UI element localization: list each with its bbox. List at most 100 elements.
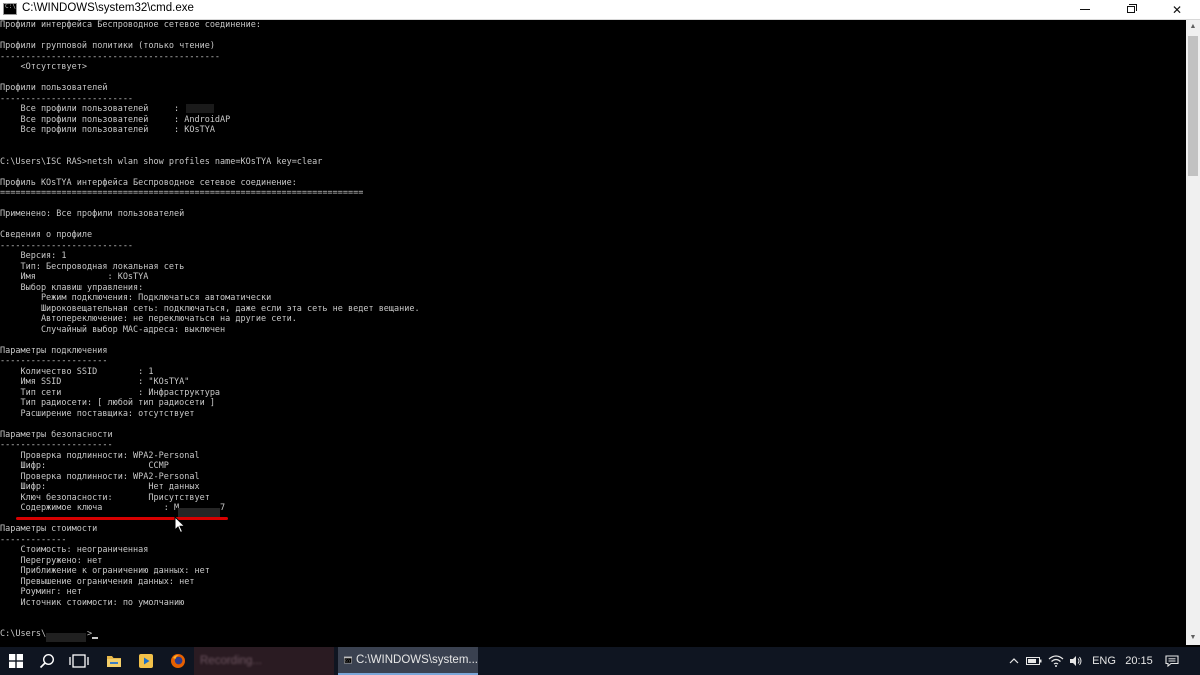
console-line: Параметры подключения (0, 345, 108, 356)
close-icon: ✕ (1171, 2, 1183, 17)
console-line: Приближение к ограничению данных: нет (0, 566, 210, 576)
console-line: Тип радиосети: [ любой тип радиосети ] (0, 398, 215, 408)
console-line: Шифр: Нет данных (0, 482, 200, 492)
console-line: Все профили пользователей : AndroidAP (0, 114, 231, 125)
firefox-icon (171, 654, 185, 668)
console-line: Имя SSID : "KOsTYA" (0, 377, 190, 387)
console-line: Профиль KOsTYA интерфейса Беспроводное с… (0, 177, 297, 188)
search-button[interactable] (32, 647, 62, 675)
console-line: Стоимость: неограниченная (0, 545, 149, 555)
input-language-indicator[interactable]: ENG (1090, 647, 1118, 675)
window-title: C:\WINDOWS\system32\cmd.exe (22, 2, 194, 14)
text-cursor (92, 636, 99, 639)
mouse-cursor-icon (174, 516, 186, 534)
volume-icon[interactable] (1066, 647, 1086, 675)
taskbar-cmd-window[interactable]: C:\ C:\WINDOWS\system... (338, 647, 478, 675)
console-line: Проверка подлинности: WPA2-Personal (0, 471, 200, 482)
recording-label: Recording... (200, 655, 263, 667)
console-line: Параметры безопасности (0, 429, 113, 440)
restore-icon (1127, 4, 1137, 13)
media-icon (139, 654, 153, 668)
cmd-taskbar-label: C:\WINDOWS\system... (355, 654, 478, 666)
taskbar-firefox[interactable] (162, 647, 194, 675)
console-line: ========================================… (0, 188, 364, 198)
console-line: Тип: Беспроводная локальная сеть (0, 261, 185, 272)
console-line: ----------------------------------------… (0, 51, 221, 62)
svg-text:C:\: C:\ (345, 659, 350, 663)
console-line: Версия: 1 (0, 251, 67, 261)
task-view-icon (69, 654, 89, 668)
console-line: Количество SSID : 1 (0, 366, 154, 377)
console-line: -------------------------- (0, 240, 134, 251)
scroll-thumb[interactable] (1188, 36, 1198, 176)
scroll-up-arrow-icon[interactable]: ▲ (1186, 20, 1200, 34)
console-line: Шифр: CCMP (0, 461, 169, 471)
redacted-username (46, 633, 86, 642)
action-center-icon[interactable] (1160, 647, 1184, 675)
magnifier-icon (39, 653, 55, 669)
console-line: Тип сети : Инфраструктура (0, 387, 221, 398)
redacted-profile-name (186, 104, 214, 113)
console-line: ------------- (0, 534, 67, 545)
taskbar-recording-app[interactable]: Recording... (194, 647, 334, 675)
console-line: Перегружено: нет (0, 555, 103, 566)
minimize-button[interactable] (1062, 0, 1108, 19)
console-line: Параметры стоимости (0, 524, 98, 534)
console-line: Случайный выбор MAC-адреса: выключен (0, 324, 226, 335)
cmd-app-icon[interactable] (3, 3, 17, 15)
key-content-highlight-underline (16, 517, 228, 520)
taskbar-file-explorer[interactable] (98, 647, 130, 675)
console-line: Автопереключение: не переключаться на др… (0, 314, 297, 324)
window-title-bar[interactable]: C:\WINDOWS\system32\cmd.exe ✕ (0, 0, 1200, 20)
cmd-icon: C:\ (344, 656, 352, 664)
console-line: Профили пользователей (0, 83, 108, 93)
minimize-icon (1080, 9, 1090, 10)
show-hidden-icons-chevron-icon[interactable] (1006, 647, 1022, 675)
task-view-button[interactable] (62, 647, 96, 675)
clock[interactable]: 20:15 (1122, 647, 1156, 675)
console-line: Выбор клавиш управления: (0, 282, 144, 293)
console-line: Режим подключения: Подключаться автомати… (0, 293, 272, 303)
windows-logo-icon (9, 654, 23, 668)
close-button[interactable]: ✕ (1154, 0, 1200, 19)
folder-icon (107, 656, 121, 667)
console-line: C:\Users\ISC RAS>netsh wlan show profile… (0, 156, 323, 167)
console-line: Профили интерфейса Беспроводное сетевое … (0, 20, 261, 30)
vertical-scrollbar[interactable]: ▲ ▼ (1186, 20, 1200, 645)
taskbar: Recording... C:\ C:\WINDOWS\system... EN… (0, 647, 1200, 675)
console-line: Ключ безопасности: Присутствует (0, 492, 210, 503)
console-line: -------------------------- (0, 93, 134, 104)
console-line: Расширение поставщика: отсутствует (0, 408, 195, 419)
network-icon[interactable] (1046, 647, 1066, 675)
console-line: Широковещательная сеть: подключаться, да… (0, 303, 420, 314)
taskbar-media-app[interactable] (130, 647, 162, 675)
console-line: Сведения о профиле (0, 230, 93, 240)
console-line: Роуминг: нет (0, 587, 82, 597)
console-line: Превышение ограничения данных: нет (0, 576, 195, 587)
console-line: Все профили пользователей : KOsTYA (0, 125, 215, 135)
console-line: Профили групповой политики (только чтени… (0, 41, 215, 51)
console-line: Источник стоимости: по умолчанию (0, 597, 185, 608)
restore-button[interactable] (1108, 0, 1154, 19)
console-line: --------------------- (0, 356, 108, 366)
console-line: <Отсутствует> (0, 62, 87, 72)
console-line: Имя : KOsTYA (0, 272, 149, 282)
console-line: ---------------------- (0, 440, 113, 450)
scroll-down-arrow-icon[interactable]: ▼ (1186, 631, 1200, 645)
battery-icon[interactable] (1024, 647, 1044, 675)
console-line: Применено: Все профили пользователей (0, 209, 185, 219)
console-line: Проверка подлинности: WPA2-Personal (0, 450, 200, 461)
start-button[interactable] (0, 647, 32, 675)
console-output[interactable]: Профили интерфейса Беспроводное сетевое … (0, 20, 1186, 645)
